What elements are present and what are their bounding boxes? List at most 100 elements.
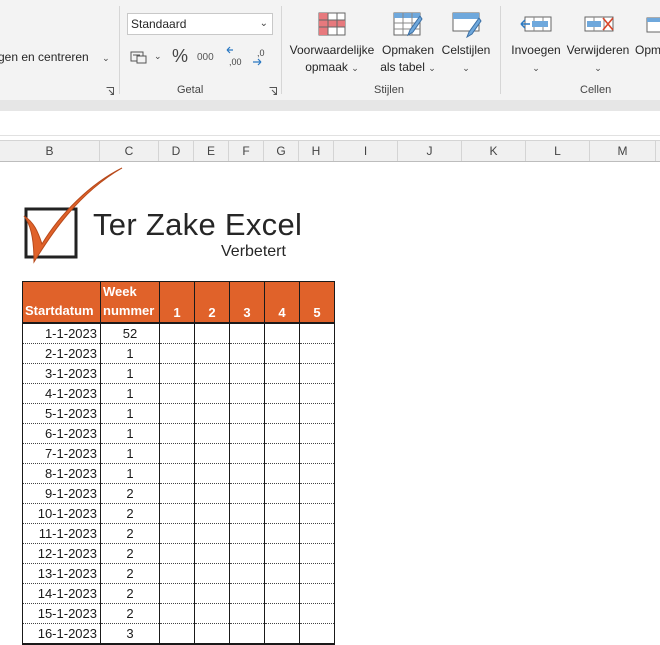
cell-day-4[interactable]: [264, 623, 300, 645]
cell-day-2[interactable]: [194, 623, 230, 645]
cell-day-3[interactable]: [229, 443, 265, 464]
cell-day-4[interactable]: [264, 583, 300, 604]
cell-day-2[interactable]: [194, 483, 230, 504]
cell-startdatum[interactable]: 3-1-2023: [22, 363, 101, 384]
cell-day-3[interactable]: [229, 343, 265, 364]
accounting-format-icon[interactable]: [130, 49, 148, 65]
cell-day-2[interactable]: [194, 363, 230, 384]
column-header-d[interactable]: D: [159, 141, 194, 161]
cell-weeknummer[interactable]: 1: [100, 363, 160, 384]
increase-decimal-icon[interactable]: ,00: [225, 46, 245, 68]
cell-day-4[interactable]: [264, 523, 300, 544]
cell-day-4[interactable]: [264, 383, 300, 404]
cell-day-4[interactable]: [264, 323, 300, 344]
cell-weeknummer[interactable]: 1: [100, 383, 160, 404]
cell-day-1[interactable]: [159, 563, 195, 584]
cell-day-3[interactable]: [229, 423, 265, 444]
number-launcher-icon[interactable]: [269, 87, 277, 95]
cell-startdatum[interactable]: 14-1-2023: [22, 583, 101, 604]
cell-day-4[interactable]: [264, 463, 300, 484]
header-day-3[interactable]: 3: [229, 281, 265, 324]
column-header-b[interactable]: B: [0, 141, 100, 161]
column-header-h[interactable]: H: [299, 141, 334, 161]
cell-day-4[interactable]: [264, 343, 300, 364]
cell-day-5[interactable]: [299, 563, 335, 584]
cell-day-3[interactable]: [229, 543, 265, 564]
cell-day-1[interactable]: [159, 583, 195, 604]
cell-day-4[interactable]: [264, 503, 300, 524]
cell-day-3[interactable]: [229, 583, 265, 604]
cell-day-1[interactable]: [159, 403, 195, 424]
cell-day-5[interactable]: [299, 383, 335, 404]
cell-day-3[interactable]: [229, 363, 265, 384]
cell-day-3[interactable]: [229, 623, 265, 645]
cell-weeknummer[interactable]: 1: [100, 463, 160, 484]
column-header-m[interactable]: M: [590, 141, 656, 161]
cell-startdatum[interactable]: 12-1-2023: [22, 543, 101, 564]
column-header-g[interactable]: G: [264, 141, 299, 161]
cell-startdatum[interactable]: 4-1-2023: [22, 383, 101, 404]
cell-weeknummer[interactable]: 52: [100, 323, 160, 344]
cell-day-1[interactable]: [159, 503, 195, 524]
column-header-c[interactable]: C: [100, 141, 159, 161]
cell-startdatum[interactable]: 15-1-2023: [22, 603, 101, 624]
cell-day-2[interactable]: [194, 503, 230, 524]
cell-day-2[interactable]: [194, 443, 230, 464]
cell-day-5[interactable]: [299, 323, 335, 344]
cell-day-2[interactable]: [194, 323, 230, 344]
cell-day-5[interactable]: [299, 463, 335, 484]
cell-day-4[interactable]: [264, 423, 300, 444]
cell-day-5[interactable]: [299, 483, 335, 504]
cell-day-5[interactable]: [299, 363, 335, 384]
cell-day-1[interactable]: [159, 383, 195, 404]
cell-day-5[interactable]: [299, 543, 335, 564]
chevron-down-icon[interactable]: ⌄: [154, 51, 162, 62]
cell-day-5[interactable]: [299, 343, 335, 364]
cell-startdatum[interactable]: 9-1-2023: [22, 483, 101, 504]
cell-weeknummer[interactable]: 2: [100, 563, 160, 584]
format-button[interactable]: Opm: [634, 10, 660, 76]
alignment-launcher-icon[interactable]: [106, 87, 114, 95]
header-weeknummer[interactable]: Week nummer: [100, 281, 160, 324]
cell-startdatum[interactable]: 6-1-2023: [22, 423, 101, 444]
cell-day-3[interactable]: [229, 483, 265, 504]
cell-day-5[interactable]: [299, 523, 335, 544]
cell-day-1[interactable]: [159, 423, 195, 444]
column-header-l[interactable]: L: [526, 141, 590, 161]
cell-day-3[interactable]: [229, 463, 265, 484]
cell-day-5[interactable]: [299, 423, 335, 444]
cell-day-1[interactable]: [159, 363, 195, 384]
cell-day-2[interactable]: [194, 403, 230, 424]
cell-day-3[interactable]: [229, 403, 265, 424]
decrease-decimal-icon[interactable]: ,0: [251, 46, 271, 68]
cell-weeknummer[interactable]: 2: [100, 583, 160, 604]
cell-weeknummer[interactable]: 2: [100, 523, 160, 544]
cell-day-4[interactable]: [264, 483, 300, 504]
cell-weeknummer[interactable]: 1: [100, 443, 160, 464]
header-day-4[interactable]: 4: [264, 281, 300, 324]
thousands-separator-icon[interactable]: 000: [197, 52, 214, 63]
formula-bar[interactable]: [0, 111, 660, 136]
header-day-1[interactable]: 1: [159, 281, 195, 324]
cell-day-2[interactable]: [194, 603, 230, 624]
cell-day-2[interactable]: [194, 523, 230, 544]
number-format-select[interactable]: Standaard ⌄: [127, 13, 273, 35]
cell-day-3[interactable]: [229, 603, 265, 624]
cell-day-1[interactable]: [159, 343, 195, 364]
column-header-j[interactable]: J: [398, 141, 462, 161]
cell-day-2[interactable]: [194, 583, 230, 604]
cell-day-5[interactable]: [299, 583, 335, 604]
cell-weeknummer[interactable]: 1: [100, 403, 160, 424]
cell-weeknummer[interactable]: 2: [100, 543, 160, 564]
cell-day-3[interactable]: [229, 383, 265, 404]
cell-day-1[interactable]: [159, 623, 195, 645]
cell-day-5[interactable]: [299, 603, 335, 624]
cell-day-1[interactable]: [159, 603, 195, 624]
cell-day-4[interactable]: [264, 563, 300, 584]
format-as-table-button[interactable]: Opmaken als tabel ⌄: [378, 10, 438, 76]
cell-startdatum[interactable]: 5-1-2023: [22, 403, 101, 424]
cell-weeknummer[interactable]: 2: [100, 503, 160, 524]
cell-day-2[interactable]: [194, 543, 230, 564]
cell-day-1[interactable]: [159, 323, 195, 344]
cell-startdatum[interactable]: 11-1-2023: [22, 523, 101, 544]
